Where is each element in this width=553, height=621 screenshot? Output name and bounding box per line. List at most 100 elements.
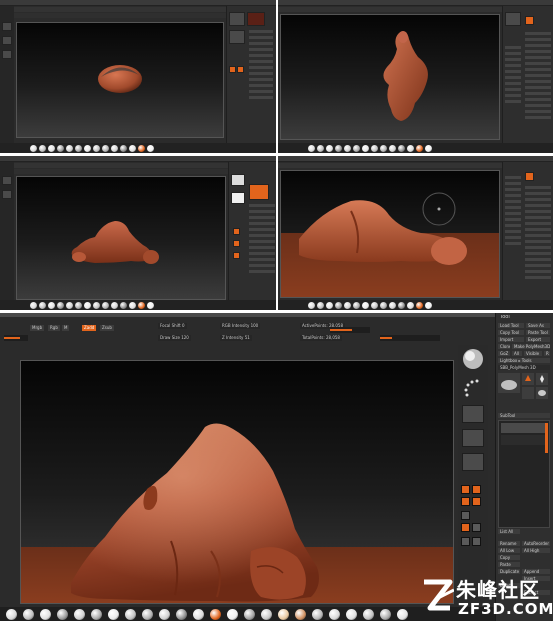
- import-button[interactable]: Import: [498, 337, 524, 342]
- edit-slider[interactable]: [4, 335, 28, 341]
- visible-button[interactable]: Visible: [524, 351, 542, 356]
- material-ball-icon[interactable]: [129, 144, 136, 152]
- all-button[interactable]: All: [512, 351, 522, 356]
- canvas-viewport[interactable]: [280, 170, 500, 298]
- material-ball-icon[interactable]: [93, 301, 100, 309]
- material-ball-icon[interactable]: [261, 608, 272, 620]
- copy-button[interactable]: Copy: [498, 555, 520, 560]
- export-button[interactable]: Export: [526, 337, 550, 342]
- material-ball-icon[interactable]: [308, 301, 315, 309]
- all-low-button[interactable]: All Low: [498, 548, 520, 553]
- focal-shift-slider[interactable]: Focal Shift 0: [158, 323, 187, 329]
- local-button[interactable]: [472, 523, 481, 532]
- tool-thumbnail[interactable]: [247, 12, 265, 26]
- edit-mode-button[interactable]: [461, 485, 470, 494]
- load-tool-button[interactable]: Load Tool: [498, 323, 524, 328]
- material-ball-icon[interactable]: [138, 144, 145, 152]
- rename-button[interactable]: Rename: [498, 541, 520, 546]
- material-ball-icon[interactable]: [329, 608, 340, 620]
- subtool-header[interactable]: SubTool: [498, 413, 550, 418]
- material-ball-icon[interactable]: [335, 144, 342, 152]
- edit-button[interactable]: [233, 228, 240, 235]
- shelf-button[interactable]: [2, 36, 12, 45]
- material-ball-icon[interactable]: [317, 301, 324, 309]
- fiber-icon[interactable]: [525, 16, 534, 25]
- material-ball-icon[interactable]: [120, 144, 127, 152]
- material-ball-icon[interactable]: [407, 144, 414, 152]
- tool-menu-list[interactable]: [249, 30, 273, 102]
- paste-tool-button[interactable]: Paste Tool: [526, 330, 550, 335]
- zadd-button[interactable]: Zadd: [82, 325, 97, 331]
- material-ball-icon[interactable]: [40, 608, 51, 620]
- subtool-list[interactable]: [498, 420, 550, 528]
- material-ball-icon[interactable]: [66, 144, 73, 152]
- shelf-button[interactable]: [2, 22, 12, 31]
- material-ball-icon[interactable]: [425, 301, 432, 309]
- texture-button[interactable]: [462, 429, 484, 447]
- stroke-dots-icon[interactable]: [461, 377, 485, 401]
- material-ball-icon[interactable]: [129, 301, 136, 309]
- material-ball-icon[interactable]: [75, 301, 82, 309]
- material-ball-icon[interactable]: [362, 144, 369, 152]
- material-ball-icon[interactable]: [57, 301, 64, 309]
- material-ball-icon[interactable]: [48, 301, 55, 309]
- material-ball-icon[interactable]: [111, 144, 118, 152]
- alpha-button[interactable]: [462, 405, 484, 423]
- material-ball-icon[interactable]: [57, 608, 68, 620]
- tool-thumbnails[interactable]: [498, 373, 550, 409]
- canvas-viewport[interactable]: [20, 360, 454, 604]
- material-ball-icon[interactable]: [84, 144, 91, 152]
- mrgb-button[interactable]: Mrgb: [30, 325, 45, 331]
- paste-button[interactable]: Paste: [498, 562, 520, 567]
- all-high-button[interactable]: All High: [522, 548, 550, 553]
- material-bar[interactable]: [0, 300, 276, 310]
- material-ball-icon[interactable]: [193, 608, 204, 620]
- material-button[interactable]: [462, 453, 484, 471]
- tool-thumbnail[interactable]: [249, 184, 269, 200]
- material-ball-icon[interactable]: [326, 301, 333, 309]
- material-ball-icon[interactable]: [371, 301, 378, 309]
- material-ball-icon[interactable]: [102, 301, 109, 309]
- material-ball-icon[interactable]: [416, 144, 423, 152]
- rotate-mode-button[interactable]: [461, 511, 470, 520]
- subtool-item[interactable]: [501, 435, 547, 445]
- material-ball-icon[interactable]: [93, 144, 100, 152]
- shelf-button[interactable]: [2, 190, 12, 199]
- material-ball-icon[interactable]: [108, 608, 119, 620]
- material-ball-icon[interactable]: [227, 608, 238, 620]
- material-ball-icon[interactable]: [425, 144, 432, 152]
- material-ball-icon[interactable]: [398, 144, 405, 152]
- material-bar[interactable]: [0, 143, 276, 153]
- xyz-button[interactable]: [461, 537, 470, 546]
- material-ball-icon[interactable]: [344, 301, 351, 309]
- canvas-viewport[interactable]: [16, 22, 224, 138]
- material-ball-icon[interactable]: [389, 301, 396, 309]
- alpha-thumbnail[interactable]: [231, 192, 245, 204]
- material-ball-icon[interactable]: [23, 608, 34, 620]
- m-button[interactable]: M: [62, 325, 70, 331]
- scale-mode-button[interactable]: [472, 497, 481, 506]
- subtool-scrollbar[interactable]: [545, 423, 548, 453]
- zsub-button[interactable]: Zsub: [100, 325, 114, 331]
- material-ball-icon[interactable]: [30, 301, 37, 309]
- lightbox-tools-button[interactable]: Lightbox ▸ Tools: [498, 358, 550, 363]
- r-button[interactable]: R: [544, 351, 550, 356]
- material-ball-icon[interactable]: [362, 301, 369, 309]
- material-ball-icon[interactable]: [416, 301, 423, 309]
- material-ball-icon[interactable]: [102, 144, 109, 152]
- material-ball-icon[interactable]: [39, 144, 46, 152]
- material-ball-icon[interactable]: [380, 144, 387, 152]
- material-ball-icon[interactable]: [344, 144, 351, 152]
- dynamic-slider[interactable]: [380, 335, 440, 341]
- tool-menu-list[interactable]: [249, 204, 275, 276]
- material-ball-icon[interactable]: [147, 301, 154, 309]
- material-ball-icon[interactable]: [147, 144, 154, 152]
- material-ball-icon[interactable]: [397, 608, 408, 620]
- canvas-viewport[interactable]: [280, 14, 500, 140]
- material-ball-icon[interactable]: [335, 301, 342, 309]
- material-ball-icon[interactable]: [278, 608, 289, 620]
- autoreorder-button[interactable]: AutoReorder: [522, 541, 550, 546]
- material-ball-icon[interactable]: [308, 144, 315, 152]
- material-ball-icon[interactable]: [398, 301, 405, 309]
- frame-button[interactable]: [461, 523, 470, 532]
